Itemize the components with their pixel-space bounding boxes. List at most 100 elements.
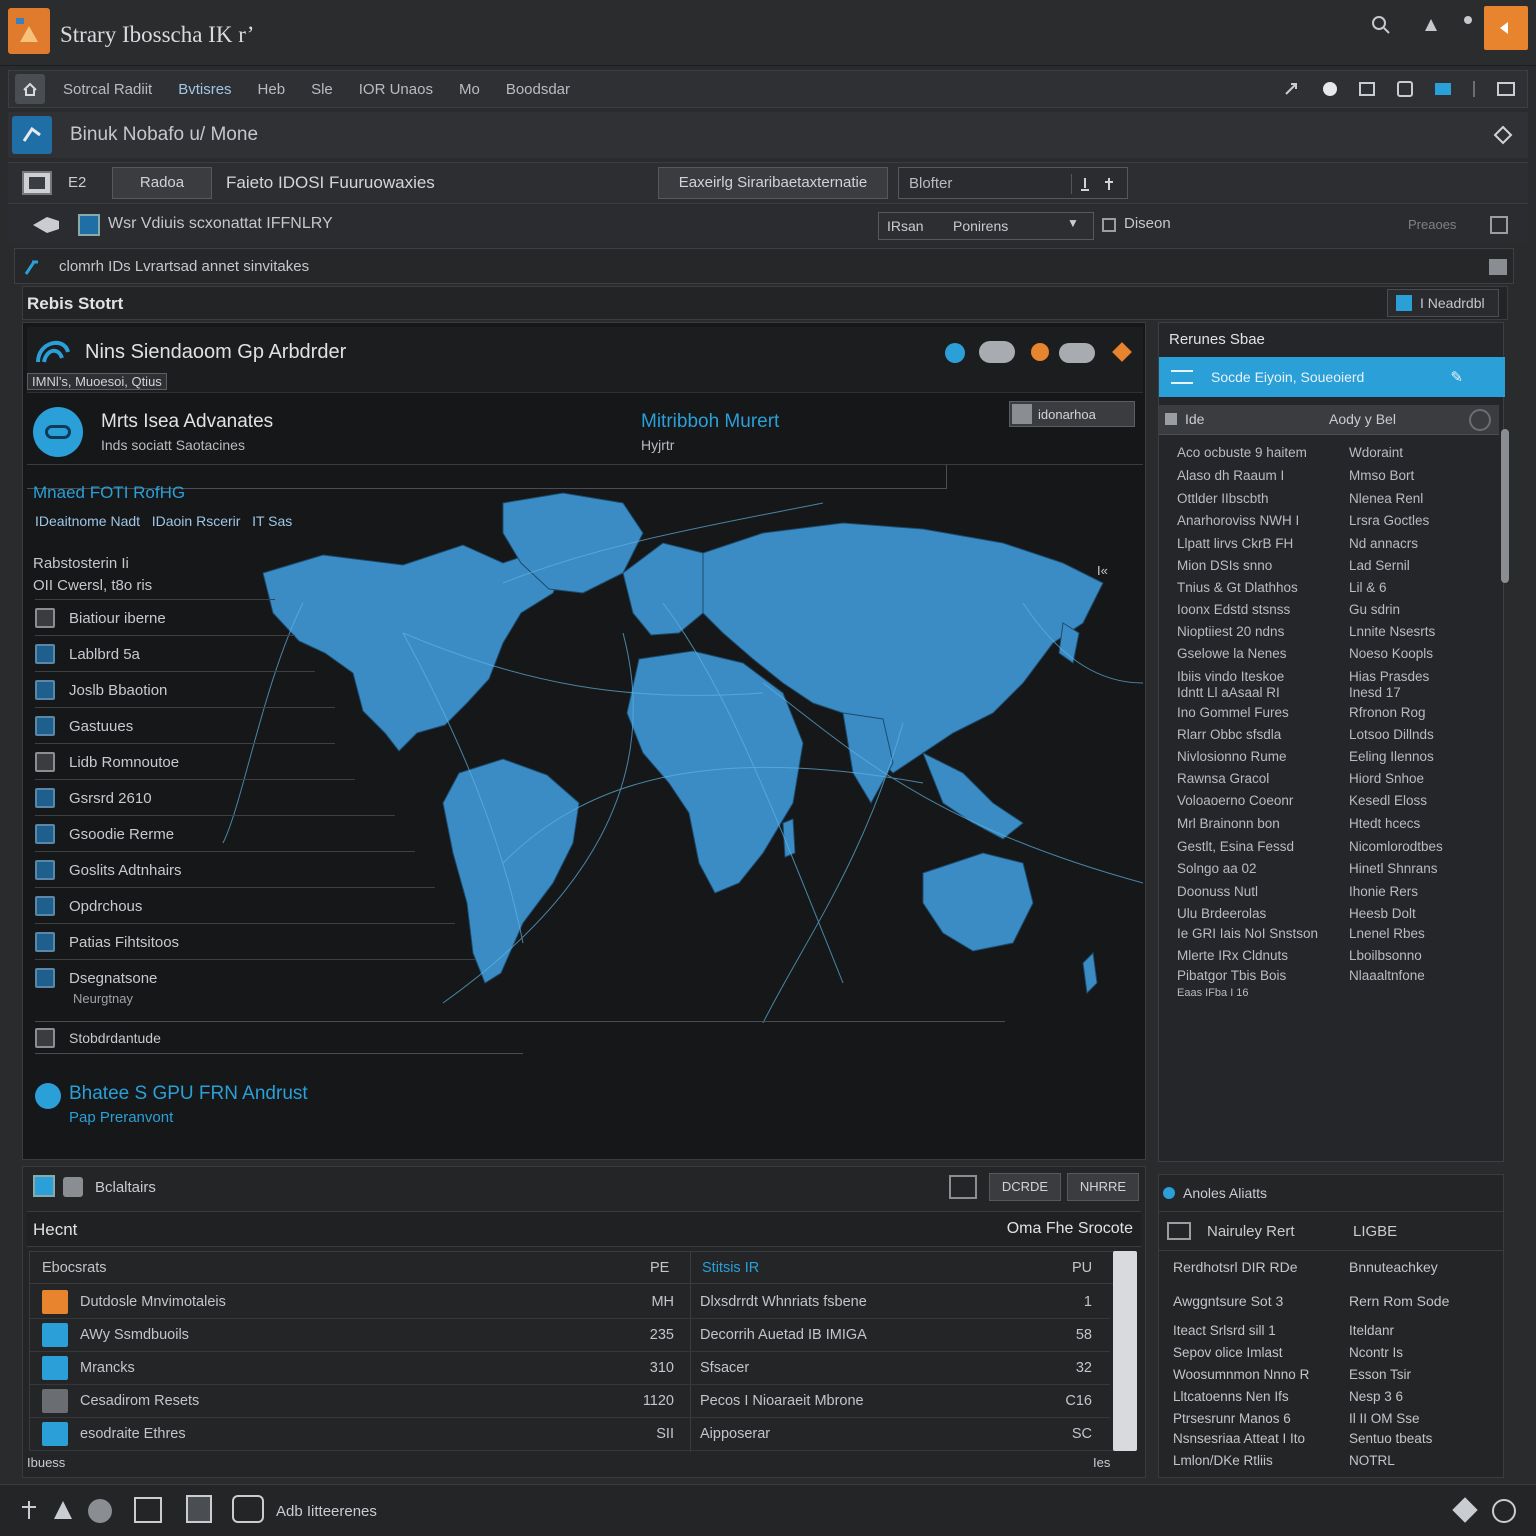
tab-icon[interactable] [33,1175,55,1197]
help-icon[interactable] [1492,1499,1516,1523]
right-panel-row[interactable]: Ottlder IIbscbth Nlenea Renl [1177,491,1493,506]
table-row[interactable]: AWy Ssmdbuoils 235 Decorrih Auetad IB IMIG… [30,1319,1110,1352]
right-panel-row[interactable]: Doonuss Nutl Ihonie Rers [1177,884,1493,899]
profile-link-title[interactable]: Mitribboh Murert [641,411,779,433]
table-scrollbar[interactable] [1113,1251,1137,1451]
side-item-0[interactable]: Biatiour iberne [35,603,166,633]
gear-icon[interactable] [88,1499,112,1523]
menu-item-4[interactable]: IOR Unaos [359,81,433,98]
right-panel-row[interactable]: Mlerte IRx Cldnuts Lboilbsonno [1177,948,1493,963]
alert-row[interactable]: Rerdhotsrl DIR RDe Bnnuteachkey [1173,1259,1499,1275]
notification-button[interactable] [1484,6,1528,50]
right-panel-row[interactable]: Mion DSIs snno Lad Sernil [1177,558,1493,573]
map-tool-icon[interactable] [232,1495,264,1523]
panel-sub-button[interactable]: I Neadrdbl [1387,289,1499,317]
right-panel-row[interactable]: Solngo aa 02 Hinetl Shnrans [1177,861,1493,876]
right-panel-row[interactable]: Ibiis vindo Iteskoe Hias Prasdes [1177,669,1493,684]
alert-row[interactable]: Lmlon/DKe Rtliis NOTRL [1173,1453,1499,1468]
upload-icon[interactable] [1075,174,1095,194]
export-icon[interactable] [1397,81,1413,97]
side-item-4[interactable]: Lidb Romnoutoe [35,747,179,777]
alert-row[interactable]: Sepov olice Imlast Ncontr Is [1173,1345,1499,1360]
right-panel-row[interactable]: Nivlosionno Rume Eeling Ilennos [1177,749,1493,764]
record-icon[interactable] [1323,82,1337,96]
window-icon[interactable] [1359,82,1375,96]
panel-icon[interactable] [1497,82,1515,96]
avatar[interactable] [33,407,83,457]
checkbox[interactable] [1102,218,1116,232]
action-button-1[interactable]: DCRDE [989,1173,1061,1201]
radio-button[interactable]: Radoa [112,167,212,199]
profile-badge[interactable]: idonarhoa [1009,401,1135,427]
image-icon[interactable] [186,1495,212,1523]
right-panel-row[interactable]: Ulu Brdeerolas Heesb Dolt [1177,906,1493,921]
action-button-2[interactable]: NHRRE [1067,1173,1139,1201]
primary-action-button[interactable]: Eaxeirlg Siraribaetaxternatie [658,167,888,199]
menu-item-5[interactable]: Mo [459,81,480,98]
table-row[interactable]: Cesadirom Resets 1120 Pecos I Nioaraeit Mb… [30,1385,1110,1418]
expand-icon[interactable] [1490,216,1508,234]
cloud-icon[interactable] [979,341,1015,363]
side-item-9[interactable]: Patias Fihtsitoos [35,927,179,957]
tag-icon[interactable] [1435,83,1451,95]
menu-item-1[interactable]: Bvtisres [178,81,231,98]
side-item-7[interactable]: Goslits Adtnhairs [35,855,182,885]
alert-dot-icon[interactable] [1031,343,1049,361]
search-field[interactable]: Blofter [898,167,1128,199]
settings-diamond-icon[interactable] [1492,124,1514,146]
pin-icon[interactable] [1281,79,1301,99]
right-panel-row[interactable]: Nioptiiest 20 ndns Lnnite Nsesrts [1177,624,1493,639]
table-row[interactable]: esodraite Ethres SII Aipposerar SC [30,1418,1110,1451]
right-panel-row[interactable]: Mrl Brainonn bon Htedt hcecs [1177,816,1493,831]
right-panel-row[interactable]: Eaas IFba I 16 [1177,987,1493,999]
home-icon[interactable] [15,74,45,104]
globe-icon[interactable] [945,343,965,363]
right-panel-row[interactable]: Gselowe la Nenes Noeso Koopls [1177,646,1493,661]
table-row[interactable]: Mrancks 310 Sfsacer 32 [30,1352,1110,1385]
grid-icon[interactable] [949,1175,977,1199]
warning-diamond-icon[interactable] [1112,342,1132,362]
right-panel-row[interactable]: Ie GRI Iais NoI Snstson Lnenel Rbes [1177,926,1493,941]
alert-row[interactable]: Nsnsesriaa Atteat I Ito Sentuo tbeats [1173,1431,1499,1446]
filter-icon[interactable] [78,214,100,236]
side-item-8[interactable]: Opdrchous [35,891,142,921]
alert-row[interactable]: Iteact Srlsrd sill 1 Iteldanr [1173,1323,1499,1338]
side-item-6[interactable]: Gsoodie Rerme [35,819,174,849]
side-item-3[interactable]: Gastuues [35,711,133,741]
menu-item-3[interactable]: Sle [311,81,333,98]
world-map[interactable] [203,483,1143,1023]
more-dots-icon[interactable] [1464,16,1472,24]
edit-icon[interactable]: ✎ [1450,368,1463,386]
right-panel-row[interactable]: Ino Gommel Fures Rfronon Rog [1177,705,1493,720]
right-panel-row[interactable]: Ioonx Edstd stsnss Gu sdrin [1177,602,1493,617]
table-row[interactable]: Dutdosle Mnvimotaleis MH Dlxsdrrdt Whnriat… [30,1286,1110,1319]
alert-row[interactable]: Lltcatoenns Nen Ifs Nesp 3 6 [1173,1389,1499,1404]
side-item-2[interactable]: Joslb Bbaotion [35,675,167,705]
side-item-10[interactable]: Dsegnatsone [35,963,157,993]
side-item-11[interactable]: Stobdrdantude [35,1023,161,1053]
right-panel-row[interactable]: Aco ocbuste 9 haitem Wdoraint [1177,445,1493,460]
compass-icon[interactable] [1452,1497,1478,1523]
side-item-5[interactable]: Gsrsrd 2610 [35,783,152,813]
right-panel-row[interactable]: Idntt Ll aAsaal RI Inesd 17 [1177,685,1493,700]
menu-item-0[interactable]: Sotrcal Radiit [63,81,152,98]
right-panel-row[interactable]: Llpatt lirvs CkrB FH Nd annacrs [1177,536,1493,551]
right-panel-row[interactable]: Rlarr Obbc sfsdla Lotsoo Dillnds [1177,727,1493,742]
scrollbar-thumb[interactable] [1501,429,1509,583]
column-settings-icon[interactable] [1469,409,1491,431]
menu-item-2[interactable]: Heb [258,81,286,98]
search-icon[interactable] [1370,14,1392,36]
select-all-checkbox[interactable] [1165,413,1177,425]
user-icon[interactable] [1420,14,1442,36]
alert-row[interactable]: Awggntsure Sot 3 Rern Rom Sode [1173,1293,1499,1309]
tree-icon[interactable] [52,1499,74,1521]
right-panel-row[interactable]: Rawnsa Gracol Hiord Snhoe [1177,771,1493,786]
right-panel-row[interactable]: Gestlt, Esina Fessd Nicomlorodtbes [1177,839,1493,854]
right-panel-row[interactable]: Pibatgor Tbis Bois Nlaaaltnfone [1177,968,1493,983]
close-panel-icon[interactable] [1489,259,1507,275]
alert-row[interactable]: Woosumnmon Nnno R Esson Tsir [1173,1367,1499,1382]
pin-tool-icon[interactable] [18,1499,40,1521]
right-panel-row[interactable]: Anarhoroviss NWH I Lrsra Goctles [1177,513,1493,528]
pin-small-icon[interactable] [1099,174,1119,194]
right-panel-active-item[interactable]: Socde Eiyoin, Soueoierd ✎ [1159,357,1505,397]
